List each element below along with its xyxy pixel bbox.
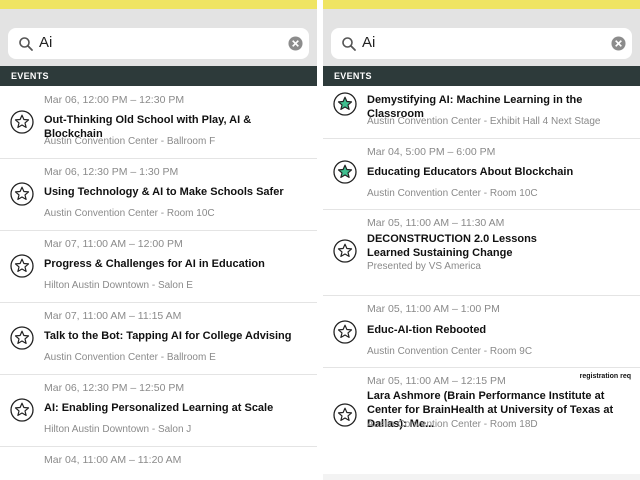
event-item[interactable]: Mar 07, 11:00 AM – 11:15 AM Talk to the … [0, 302, 317, 375]
star-outline-icon[interactable] [10, 254, 34, 278]
event-item[interactable]: Mar 05, 11:00 AM – 12:15 PM registration… [323, 367, 640, 459]
star-outline-icon[interactable] [333, 239, 357, 263]
event-location: Austin Convention Center - Ballroom E [44, 352, 216, 363]
event-time: Mar 04, 5:00 PM – 6:00 PM [367, 146, 496, 158]
search-icon [19, 37, 33, 51]
event-title: DECONSTRUCTION 2.0 Lessons Learned Susta… [367, 233, 537, 259]
left-screen: Ai EVENTS Mar 06, 12:00 PM – 12:30 PM Ou… [0, 0, 317, 480]
event-location: Hilton Austin Downtown - Salon E [44, 280, 193, 291]
event-location: Austin Convention Center - Ballroom F [44, 136, 216, 147]
event-location: Austin Convention Center - Exhibit Hall … [367, 116, 601, 127]
event-time: Mar 07, 11:00 AM – 11:15 AM [44, 310, 182, 322]
search-area: Ai [0, 9, 317, 66]
section-header-events: EVENTS [323, 66, 640, 86]
event-location: Austin Convention Center - Room 18D [367, 419, 538, 430]
event-presenter: Presented by VS America [367, 261, 481, 272]
event-item[interactable]: Mar 05, 11:00 AM – 1:00 PM Educ-AI-tion … [323, 295, 640, 368]
event-time: Mar 06, 12:00 PM – 12:30 PM [44, 94, 185, 106]
search-icon [342, 37, 356, 51]
event-title: Educ-AI-tion Rebooted [367, 324, 487, 336]
right-screen: Ai EVENTS Demystifying AI: Machine Learn… [323, 0, 640, 480]
clear-search-icon[interactable] [611, 36, 626, 51]
event-title: Progress & Challenges for AI in Educatio… [44, 258, 265, 270]
event-location: Austin Convention Center - Room 10C [44, 208, 215, 219]
event-title: Using Technology & AI to Make Schools Sa… [44, 186, 284, 198]
event-title: Talk to the Bot: Tapping AI for College … [44, 330, 292, 342]
star-outline-icon[interactable] [333, 320, 357, 344]
star-filled-icon[interactable] [333, 160, 357, 184]
registration-badge: registration req [579, 373, 631, 380]
event-time: Mar 06, 12:30 PM – 1:30 PM [44, 166, 179, 178]
search-query[interactable]: Ai [39, 34, 52, 51]
event-time: Mar 05, 11:00 AM – 12:15 PM [367, 375, 506, 387]
star-outline-icon[interactable] [10, 110, 34, 134]
event-title: AI: Enabling Personalized Learning at Sc… [44, 402, 274, 414]
search-input[interactable]: Ai [331, 28, 632, 59]
search-area: Ai [323, 9, 640, 66]
star-outline-icon[interactable] [10, 326, 34, 350]
event-time: Mar 05, 11:00 AM – 11:30 AM [367, 217, 505, 229]
star-outline-icon[interactable] [333, 403, 357, 427]
event-item[interactable]: Mar 06, 12:00 PM – 12:30 PM Out-Thinking… [0, 86, 317, 159]
bottom-edge [323, 474, 640, 480]
event-location: Hilton Austin Downtown - Salon J [44, 424, 192, 435]
clear-search-icon[interactable] [288, 36, 303, 51]
event-location: Austin Convention Center - Room 9C [367, 346, 533, 357]
event-item[interactable]: Mar 07, 11:00 AM – 12:00 PM Progress & C… [0, 230, 317, 303]
star-outline-icon[interactable] [10, 182, 34, 206]
section-header-events: EVENTS [0, 66, 317, 86]
event-item[interactable]: Mar 04, 5:00 PM – 6:00 PM Educating Educ… [323, 138, 640, 210]
event-time: Mar 04, 11:00 AM – 11:20 AM [44, 454, 182, 466]
event-time: Mar 06, 12:30 PM – 12:50 PM [44, 382, 185, 394]
event-item[interactable]: Demystifying AI: Machine Learning in the… [323, 86, 640, 139]
event-location: Austin Convention Center - Room 10C [367, 188, 538, 199]
event-item[interactable]: Mar 04, 11:00 AM – 11:20 AM [0, 446, 317, 480]
event-item[interactable]: Mar 05, 11:00 AM – 11:30 AM DECONSTRUCTI… [323, 209, 640, 296]
event-item[interactable]: Mar 06, 12:30 PM – 1:30 PM Using Technol… [0, 158, 317, 231]
search-query[interactable]: Ai [362, 34, 375, 51]
star-filled-icon[interactable] [333, 92, 357, 116]
top-accent-bar [323, 0, 640, 9]
top-accent-bar [0, 0, 317, 9]
event-time: Mar 07, 11:00 AM – 12:00 PM [44, 238, 183, 250]
event-title: Educating Educators About Blockchain [367, 166, 574, 178]
event-time: Mar 05, 11:00 AM – 1:00 PM [367, 303, 500, 315]
star-outline-icon[interactable] [10, 398, 34, 422]
event-item[interactable]: Mar 06, 12:30 PM – 12:50 PM AI: Enabling… [0, 374, 317, 447]
search-input[interactable]: Ai [8, 28, 309, 59]
